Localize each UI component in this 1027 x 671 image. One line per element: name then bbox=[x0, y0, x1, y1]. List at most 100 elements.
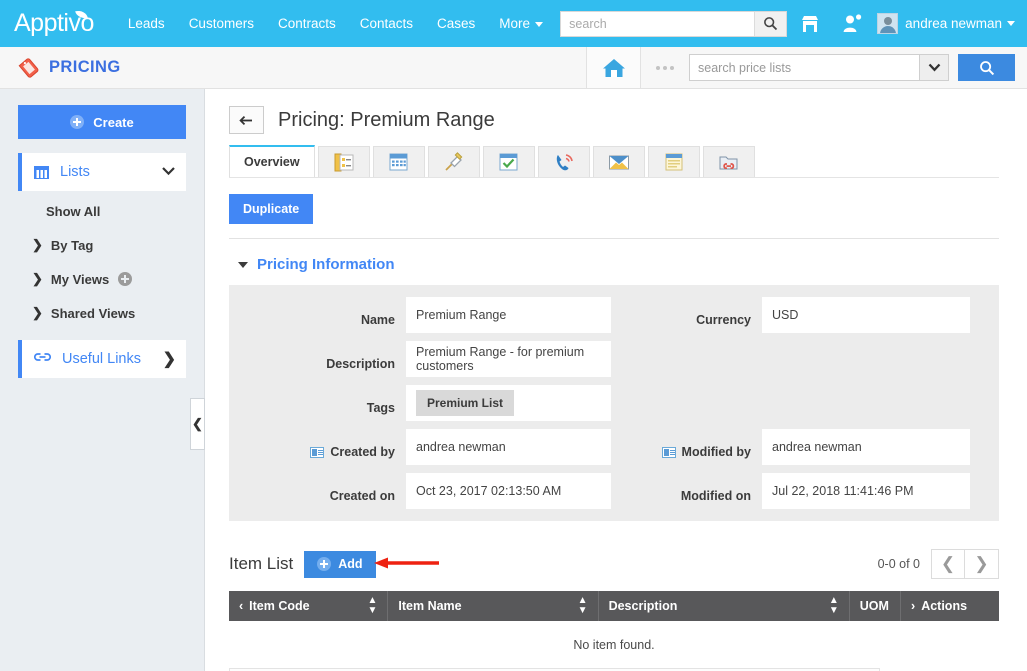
pin-icon bbox=[444, 151, 462, 171]
chevron-down-icon bbox=[928, 63, 940, 72]
app-bar-right bbox=[586, 47, 1027, 88]
pricing-information-section-header[interactable]: Pricing Information bbox=[238, 256, 999, 273]
plus-icon bbox=[70, 115, 85, 129]
field-modified-on-value: Jul 22, 2018 11:41:46 PM bbox=[762, 473, 970, 509]
field-currency-label: Currency bbox=[696, 313, 751, 327]
sidebar-item-my-views[interactable]: ❯ My Views bbox=[18, 262, 186, 296]
search-icon bbox=[764, 17, 778, 31]
sidebar-item-by-tag[interactable]: ❯ By Tag bbox=[18, 228, 186, 262]
add-user-icon bbox=[843, 14, 862, 32]
field-description-label: Description bbox=[326, 357, 395, 371]
field-created-on-value: Oct 23, 2017 02:13:50 AM bbox=[406, 473, 611, 509]
apptivo-logo[interactable]: Apptivo bbox=[14, 8, 94, 38]
field-name-value[interactable]: Premium Range bbox=[406, 297, 611, 333]
tab-calls[interactable] bbox=[537, 146, 590, 177]
chevron-right-icon: ❯ bbox=[32, 305, 43, 320]
tab-attachments[interactable] bbox=[702, 146, 755, 177]
field-description-value[interactable]: Premium Range - for premium customers bbox=[406, 341, 611, 377]
arrow-left-icon bbox=[239, 115, 252, 125]
tab-notes[interactable] bbox=[647, 146, 700, 177]
column-header-uom-label: UOM bbox=[859, 599, 889, 613]
add-view-icon[interactable] bbox=[118, 272, 133, 286]
field-modified-on-label: Modified on bbox=[680, 489, 751, 503]
field-tags: Tags Premium List bbox=[243, 385, 611, 421]
column-header-item-code-label: Item Code bbox=[249, 599, 310, 613]
tab-emails[interactable] bbox=[592, 146, 645, 177]
sidebar-item-show-all-label: Show All bbox=[46, 204, 101, 219]
sidebar-collapse-handle[interactable]: ❮ bbox=[190, 398, 205, 450]
column-expand-icon: › bbox=[911, 599, 916, 613]
nav-link-leads[interactable]: Leads bbox=[116, 10, 177, 37]
page-title: Pricing: Premium Range bbox=[278, 108, 495, 131]
pagination-next-button[interactable]: ❯ bbox=[965, 549, 999, 579]
field-description: Description Premium Range - for premium … bbox=[243, 341, 611, 377]
field-currency-value[interactable]: USD bbox=[762, 297, 970, 333]
duplicate-button[interactable]: Duplicate bbox=[229, 194, 314, 224]
nav-link-customers[interactable]: Customers bbox=[177, 10, 266, 37]
search-button[interactable] bbox=[754, 11, 787, 36]
column-header-uom[interactable]: UOM bbox=[849, 591, 902, 621]
column-header-actions[interactable]: › Actions bbox=[900, 591, 999, 621]
search-input[interactable] bbox=[561, 11, 755, 36]
contact-card-icon bbox=[661, 446, 676, 458]
sidebar-item-shared-views[interactable]: ❯ Shared Views bbox=[18, 296, 186, 330]
field-created-by-value[interactable]: andrea newman bbox=[406, 429, 611, 465]
add-user-button[interactable] bbox=[833, 9, 871, 39]
search-icon bbox=[979, 60, 994, 75]
form-row-tags: Tags Premium List bbox=[243, 385, 985, 421]
attachment-icon bbox=[719, 156, 738, 169]
sidebar-item-show-all[interactable]: Show All bbox=[18, 195, 186, 228]
pagination-prev-button[interactable]: ❮ bbox=[931, 549, 965, 579]
sort-icon[interactable]: ▲ ▼ bbox=[578, 596, 588, 616]
table-header-row: ‹ Item Code ▲ ▼ Item Name ▲ ▼ Descriptio… bbox=[229, 591, 999, 621]
home-button[interactable] bbox=[586, 47, 641, 88]
app-title: PRICING bbox=[49, 58, 121, 76]
link-icon bbox=[34, 350, 51, 369]
sidebar-item-lists[interactable]: Lists bbox=[18, 153, 186, 191]
field-modified-by-label: Modified by bbox=[610, 429, 751, 465]
column-header-description[interactable]: Description ▲ ▼ bbox=[598, 591, 850, 621]
sidebar-item-useful-links[interactable]: Useful Links ❯ bbox=[18, 340, 186, 378]
add-button[interactable]: Add bbox=[304, 550, 376, 578]
empty-row: No item found. bbox=[229, 621, 999, 669]
store-button[interactable] bbox=[791, 9, 829, 39]
chevron-down-icon bbox=[1007, 21, 1015, 26]
user-menu[interactable]: andrea newman bbox=[877, 13, 1015, 34]
item-list-pagination: 0-0 of 0 ❮ ❯ bbox=[878, 549, 999, 579]
field-name: Name Premium Range bbox=[243, 297, 611, 333]
field-modified-by: Modified by andrea newman bbox=[610, 429, 970, 465]
field-modified-by-value[interactable]: andrea newman bbox=[762, 429, 970, 465]
field-created-on: Created on Oct 23, 2017 02:13:50 AM bbox=[243, 473, 611, 509]
tab-tasks[interactable] bbox=[482, 146, 535, 177]
tab-activities[interactable] bbox=[317, 146, 370, 177]
field-name-label: Name bbox=[360, 313, 395, 327]
sort-icon[interactable]: ▲ ▼ bbox=[829, 596, 839, 616]
column-header-item-name[interactable]: Item Name ▲ ▼ bbox=[387, 591, 599, 621]
top-right-controls: andrea newman bbox=[560, 9, 1015, 39]
primary-nav-links: Leads Customers Contracts Contacts Cases… bbox=[116, 10, 551, 37]
calendar-icon bbox=[389, 153, 408, 171]
create-button[interactable]: Create bbox=[18, 105, 186, 139]
item-list-header: Item List Add 0-0 of 0 ❮ ❯ bbox=[229, 549, 999, 579]
tag-chip[interactable]: Premium List bbox=[416, 390, 515, 416]
back-button[interactable] bbox=[229, 106, 264, 134]
field-currency: Currency USD bbox=[610, 297, 970, 333]
more-options-button[interactable] bbox=[641, 47, 689, 88]
nav-link-cases[interactable]: Cases bbox=[425, 10, 487, 37]
nav-link-contracts[interactable]: Contracts bbox=[266, 10, 348, 37]
tab-calendar[interactable] bbox=[372, 146, 425, 177]
tab-pin[interactable] bbox=[427, 146, 480, 177]
app-header-bar: PRICING bbox=[0, 47, 1027, 89]
tab-overview[interactable]: Overview bbox=[229, 145, 315, 177]
notes-icon bbox=[665, 153, 683, 171]
sort-icon[interactable]: ▲ ▼ bbox=[368, 596, 378, 616]
app-search-dropdown[interactable] bbox=[919, 54, 949, 81]
column-header-item-code[interactable]: ‹ Item Code ▲ ▼ bbox=[229, 591, 389, 621]
sidebar-item-by-tag-label: By Tag bbox=[50, 237, 94, 253]
nav-link-contacts[interactable]: Contacts bbox=[348, 10, 425, 37]
nav-link-more[interactable]: More bbox=[487, 10, 551, 37]
app-search-input[interactable] bbox=[689, 54, 919, 81]
column-header-item-name-label: Item Name bbox=[398, 599, 462, 613]
contact-card-icon bbox=[310, 446, 325, 458]
app-search-button[interactable] bbox=[958, 54, 1015, 81]
